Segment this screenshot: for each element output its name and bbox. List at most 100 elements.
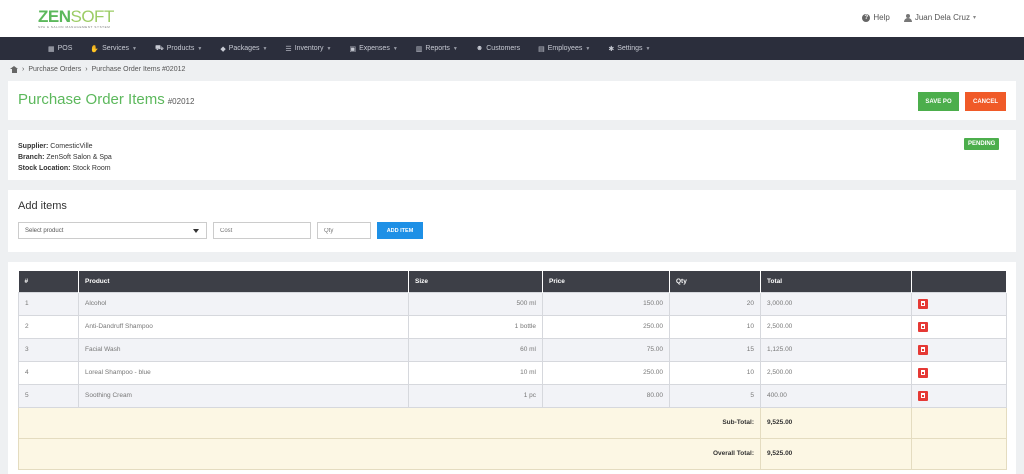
breadcrumb-current: Purchase Order Items #02012: [91, 66, 186, 73]
action-cell: [911, 360, 1007, 385]
home-icon[interactable]: [10, 66, 18, 73]
column-header: [911, 271, 1007, 292]
product-select[interactable]: Select product: [18, 222, 207, 239]
table-header-row: # Product Size Price Qty Total: [18, 271, 1007, 292]
nav-item-products[interactable]: ⛟ Products ▼: [155, 44, 202, 53]
cost-input[interactable]: [213, 222, 311, 239]
qty-input[interactable]: [317, 222, 371, 239]
branch-line: Branch: ZenSoft Salon & Spa: [18, 152, 112, 163]
add-item-button[interactable]: ADD ITEM: [377, 222, 423, 239]
bar-chart-icon: ▥: [415, 45, 423, 53]
delete-item-button[interactable]: [918, 367, 928, 378]
delete-item-button[interactable]: [918, 390, 928, 401]
chevron-down-icon: ▾: [972, 15, 976, 21]
top-bar: ZENSOFT SPA & SALON MANAGEMENT SYSTEM ? …: [0, 0, 1024, 37]
help-link[interactable]: ? Help: [862, 13, 890, 22]
trash-icon: [921, 301, 925, 306]
briefcase-icon: ▤: [538, 45, 545, 53]
chevron-down-icon: ▼: [392, 45, 398, 52]
logo-text-zen: ZEN: [38, 7, 71, 26]
table-row: 3 Facial Wash 60 ml 75.00 15 1,125.00: [18, 337, 1007, 362]
user-name: Juan Dela Cruz: [914, 13, 970, 22]
chevron-down-icon: ▼: [585, 45, 591, 52]
cancel-button[interactable]: CANCEL: [965, 92, 1006, 111]
product-select-value: Select product: [25, 227, 64, 234]
breadcrumb-separator: ›: [22, 66, 25, 73]
location-line: Stock Location: Stock Room: [18, 163, 112, 174]
total-cell: 400.00: [760, 383, 912, 408]
zensoft-logo[interactable]: ZENSOFT SPA & SALON MANAGEMENT SYSTEM: [38, 7, 114, 29]
column-header: Price: [542, 271, 670, 292]
nav-label: Services: [102, 45, 129, 52]
subtotal-value: 9,525.00: [760, 406, 912, 439]
breadcrumb: › Purchase Orders › Purchase Order Items…: [10, 66, 185, 73]
trash-icon: [921, 347, 925, 352]
nav-item-reports[interactable]: ▥ Reports ▼: [416, 45, 458, 53]
add-items-title: Add items: [18, 200, 67, 212]
supplier-value: ComesticVille: [50, 143, 93, 150]
supplier-label: Supplier:: [18, 143, 49, 150]
overall-total-label: Overall Total:: [18, 437, 761, 470]
subtotal-row: Sub-Total: 9,525.00: [18, 406, 1007, 439]
total-cell: 2,500.00: [760, 360, 912, 385]
breadcrumb-purchase-orders[interactable]: Purchase Orders: [28, 66, 81, 73]
delete-item-button[interactable]: [918, 344, 928, 355]
action-cell: [911, 291, 1007, 316]
caret-down-icon: [193, 229, 199, 233]
table-row: 1 Alcohol 500 ml 150.00 20 3,000.00: [18, 291, 1007, 316]
nav-item-expenses[interactable]: ▣ Expenses ▼: [349, 45, 397, 53]
row-number: 2: [18, 314, 79, 339]
total-cell: 2,500.00: [760, 314, 912, 339]
chevron-down-icon: ▼: [131, 45, 137, 52]
page-title: Purchase Order Items #02012: [18, 91, 194, 108]
nav-item-employees[interactable]: ▤ Employees ▼: [538, 45, 590, 53]
nav-label: Products: [166, 45, 195, 52]
action-cell: [911, 314, 1007, 339]
branch-label: Branch:: [18, 154, 45, 161]
overall-spacer: [911, 437, 1007, 470]
product-cell: Anti-Dandruff Shampoo: [78, 314, 409, 339]
nav-label: Inventory: [294, 45, 324, 52]
nav-item-services[interactable]: ✋ Services ▼: [90, 45, 137, 53]
nav-item-inventory[interactable]: ☰ Inventory ▼: [285, 45, 331, 53]
size-cell: 1 bottle: [408, 314, 543, 339]
price-cell: 250.00: [542, 360, 670, 385]
nav-label: Reports: [425, 45, 450, 52]
nav-item-pos[interactable]: ▦ POS: [48, 45, 72, 53]
column-header: Product: [78, 271, 409, 292]
gear-icon: ✱: [608, 45, 615, 53]
product-cell: Loreal Shampoo - blue: [78, 360, 409, 385]
delete-item-button[interactable]: [918, 321, 928, 332]
cart-icon: ⛟: [154, 45, 164, 52]
nav-item-packages[interactable]: ◆ Packages ▼: [220, 45, 267, 53]
breadcrumb-separator: ›: [85, 66, 88, 73]
nav-item-customers[interactable]: ☻ Customers: [476, 45, 520, 52]
add-items-panel: Add items Select product ADD ITEM: [8, 190, 1016, 252]
size-cell: 10 ml: [408, 360, 543, 385]
nav-item-settings[interactable]: ✱ Settings ▼: [608, 45, 650, 53]
nav-label: Settings: [617, 45, 643, 52]
price-cell: 75.00: [542, 337, 670, 362]
size-cell: 500 ml: [408, 291, 543, 316]
column-header: Qty: [669, 271, 761, 292]
delete-item-button[interactable]: [918, 298, 928, 309]
table-row: 2 Anti-Dandruff Shampoo 1 bottle 250.00 10 2,…: [18, 314, 1007, 339]
status-badge: PENDING: [964, 138, 1000, 150]
items-table: # Product Size Price Qty Total 1 Alcohol 5…: [18, 271, 1007, 470]
qty-cell: 15: [669, 337, 761, 362]
chevron-down-icon: ▼: [197, 45, 203, 52]
trash-icon: [921, 393, 925, 398]
nav-label: POS: [57, 45, 73, 52]
user-menu[interactable]: Juan Dela Cruz ▾: [903, 13, 976, 22]
chevron-down-icon: ▼: [262, 45, 268, 52]
total-cell: 3,000.00: [760, 291, 912, 316]
row-number: 4: [18, 360, 79, 385]
price-cell: 150.00: [542, 291, 670, 316]
supplier-line: Supplier: ComesticVille: [18, 141, 112, 152]
save-po-button[interactable]: SAVE PO: [918, 92, 959, 111]
chevron-down-icon: ▼: [326, 45, 332, 52]
qty-cell: 10: [669, 360, 761, 385]
items-table-panel: # Product Size Price Qty Total 1 Alcohol 5…: [8, 262, 1016, 474]
pos-icon: ▦: [48, 45, 55, 53]
row-number: 3: [18, 337, 79, 362]
